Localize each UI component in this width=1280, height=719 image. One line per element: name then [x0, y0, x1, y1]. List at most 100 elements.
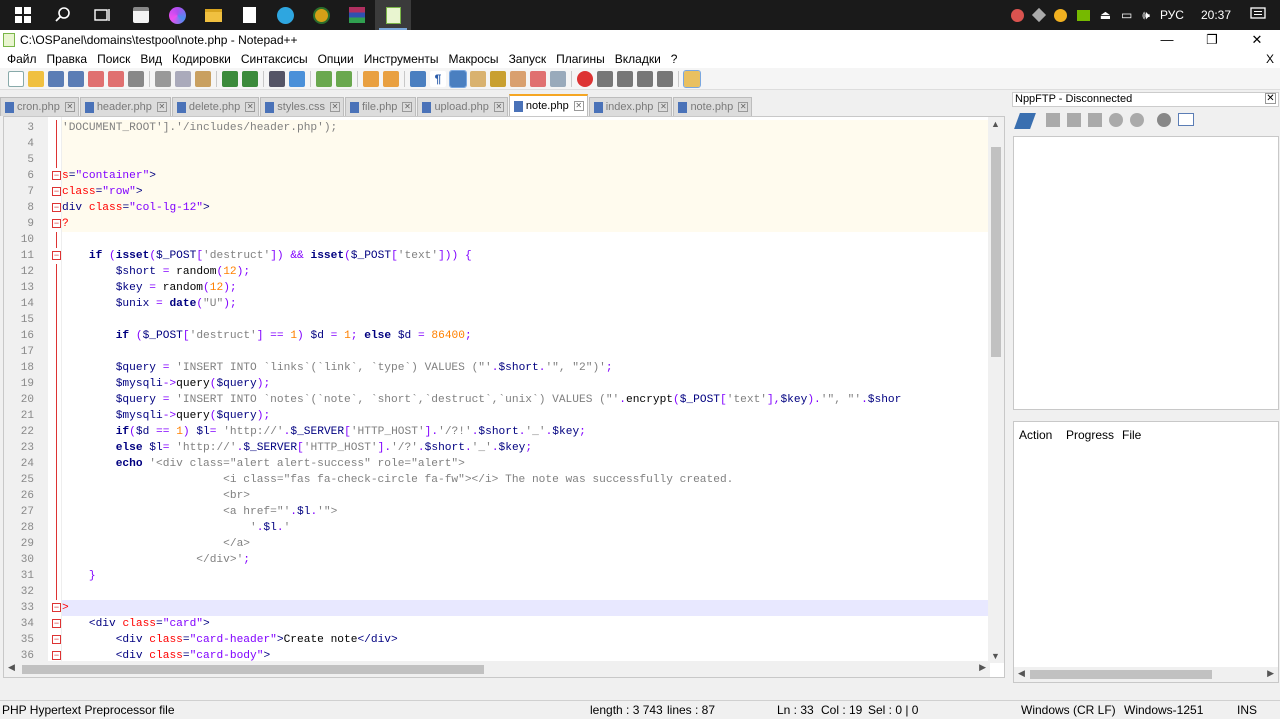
- queue-header-file[interactable]: File: [1122, 428, 1141, 442]
- menu-close-doc-button[interactable]: X: [1266, 52, 1274, 66]
- scroll-right-arrow[interactable]: ▶: [979, 662, 986, 673]
- fold-marker-icon[interactable]: −: [52, 651, 61, 660]
- code-editor[interactable]: 3 4 5 6 7 8 9 10 11 12 13 14 15 16 17 18 19 20 21 22 23 24 25 2…: [3, 116, 1005, 678]
- tab-cron-php[interactable]: cron.php ✕: [0, 97, 79, 116]
- redo-icon[interactable]: [242, 70, 258, 87]
- code-line[interactable]: class="row">: [62, 184, 992, 200]
- menu-search[interactable]: Поиск: [92, 52, 135, 66]
- menu-macro[interactable]: Макросы: [444, 52, 504, 66]
- code-line[interactable]: [62, 232, 992, 248]
- tab-note-php[interactable]: note.php ✕: [508, 94, 588, 116]
- code-line[interactable]: <i class="fas fa-check-circle fa-fw"></i…: [62, 472, 992, 488]
- telegram-icon[interactable]: [267, 0, 303, 30]
- fold-marker-icon[interactable]: −: [52, 171, 61, 180]
- tab-close-icon[interactable]: ✕: [329, 102, 340, 112]
- new-file-icon[interactable]: [8, 70, 24, 87]
- code-line[interactable]: $key = random(12);: [62, 280, 992, 296]
- queue-header-action[interactable]: Action: [1019, 428, 1052, 442]
- tray-clock[interactable]: 20:37: [1201, 8, 1231, 22]
- menu-file[interactable]: Файл: [0, 52, 42, 66]
- fold-marker-icon[interactable]: −: [52, 251, 61, 260]
- tray-app-icon[interactable]: [1010, 8, 1024, 22]
- menu-window[interactable]: Вкладки: [610, 52, 666, 66]
- connect-icon[interactable]: [1014, 113, 1036, 129]
- ospanel-icon[interactable]: [303, 0, 339, 30]
- code-line[interactable]: <div class="card">: [62, 616, 992, 632]
- code-line[interactable]: ?: [62, 216, 992, 232]
- sync-horizontal-icon[interactable]: [383, 70, 399, 87]
- vertical-scrollbar[interactable]: ▲ ▼: [988, 117, 1004, 663]
- code-line[interactable]: if($d == 1) $l= 'http://'.$_SERVER['HTTP…: [62, 424, 992, 440]
- tab-styles-css[interactable]: styles.css ✕: [260, 97, 344, 116]
- store-app-icon[interactable]: [123, 0, 159, 30]
- code-line[interactable]: if ($_POST['destruct'] == 1) $d = 1; els…: [62, 328, 992, 344]
- tray-nvidia-icon[interactable]: [1076, 9, 1090, 21]
- code-line[interactable]: <br>: [62, 488, 992, 504]
- code-line[interactable]: 'DOCUMENT_ROOT'].'/includes/header.php')…: [62, 120, 992, 136]
- queue-scroll-thumb[interactable]: [1030, 670, 1212, 679]
- menu-encoding[interactable]: Кодировки: [167, 52, 236, 66]
- code-line[interactable]: echo '<div class="alert alert-success" r…: [62, 456, 992, 472]
- fold-marker-icon[interactable]: −: [52, 187, 61, 196]
- status-insert-mode[interactable]: INS: [1237, 703, 1257, 717]
- close-all-icon[interactable]: [108, 70, 124, 87]
- status-encoding[interactable]: Windows-1251: [1124, 703, 1203, 717]
- play-macro-icon[interactable]: [617, 70, 633, 87]
- print-icon[interactable]: [128, 70, 144, 87]
- scroll-down-arrow[interactable]: ▼: [991, 651, 1000, 661]
- ftp-file-tree[interactable]: [1013, 136, 1279, 410]
- menu-view[interactable]: Вид: [135, 52, 167, 66]
- nppftp-toggle-icon[interactable]: [683, 69, 701, 88]
- notepadpp-taskbar-icon[interactable]: [375, 0, 411, 30]
- code-line[interactable]: $short = random(12);: [62, 264, 992, 280]
- tab-close-icon[interactable]: ✕: [738, 102, 749, 112]
- paste-icon[interactable]: [195, 70, 211, 87]
- zoom-in-icon[interactable]: [316, 70, 332, 87]
- code-line[interactable]: }: [62, 568, 992, 584]
- cut-icon[interactable]: [155, 70, 171, 87]
- monitoring-icon[interactable]: [550, 70, 566, 87]
- fold-margin[interactable]: −−−−−−−−−−: [48, 117, 62, 677]
- menu-help[interactable]: ?: [666, 52, 683, 66]
- windows-start-icon[interactable]: [10, 4, 36, 26]
- code-line[interactable]: </div>';: [62, 552, 992, 568]
- open-file-icon[interactable]: [28, 70, 44, 87]
- ftp-log-icon[interactable]: [1178, 113, 1194, 126]
- zoom-out-icon[interactable]: [336, 70, 352, 87]
- code-line[interactable]: [62, 312, 992, 328]
- browser-app-icon[interactable]: [159, 0, 195, 30]
- scroll-right-arrow[interactable]: ▶: [1267, 668, 1274, 679]
- save-icon[interactable]: [48, 70, 64, 87]
- ftp-settings-icon[interactable]: [1157, 113, 1171, 127]
- sync-vertical-icon[interactable]: [363, 70, 379, 87]
- status-eol[interactable]: Windows (CR LF): [1021, 703, 1116, 717]
- fold-marker-icon[interactable]: −: [52, 603, 61, 612]
- nppftp-close-button[interactable]: ✕: [1265, 93, 1276, 104]
- tab-header-php[interactable]: header.php ✕: [79, 97, 171, 116]
- tab-delete-php[interactable]: delete.php ✕: [171, 97, 260, 116]
- stop-macro-icon[interactable]: [597, 70, 613, 87]
- vertical-scroll-thumb[interactable]: [991, 147, 1001, 357]
- code-line[interactable]: $unix = date("U");: [62, 296, 992, 312]
- scroll-left-arrow[interactable]: ◀: [8, 662, 15, 673]
- fold-marker-icon[interactable]: −: [52, 619, 61, 628]
- scroll-left-arrow[interactable]: ◀: [1018, 668, 1025, 679]
- save-macro-icon[interactable]: [657, 70, 673, 87]
- tab-close-icon[interactable]: ✕: [156, 102, 167, 112]
- fold-marker-icon[interactable]: −: [52, 219, 61, 228]
- tray-network-icon[interactable]: ▭: [1121, 8, 1132, 22]
- tray-volume-icon[interactable]: 🕪: [1142, 8, 1150, 23]
- tab-note-php-2[interactable]: note.php ✕: [673, 97, 753, 116]
- code-line[interactable]: <div class="card-header">Create note</di…: [62, 632, 992, 648]
- code-line[interactable]: $query = 'INSERT INTO `notes`(`note`, `s…: [62, 392, 992, 408]
- restore-button[interactable]: ❐: [1190, 30, 1234, 50]
- play-multiple-macro-icon[interactable]: [637, 70, 653, 87]
- menu-settings[interactable]: Опции: [313, 52, 359, 66]
- undo-icon[interactable]: [222, 70, 238, 87]
- tray-ospanel-icon[interactable]: [1053, 8, 1067, 22]
- tab-close-icon[interactable]: ✕: [402, 102, 413, 112]
- menu-run[interactable]: Запуск: [504, 52, 552, 66]
- tab-upload-php[interactable]: upload.php ✕: [417, 97, 508, 116]
- queue-horizontal-scrollbar[interactable]: ◀ ▶: [1014, 667, 1278, 682]
- show-all-chars-icon[interactable]: ¶: [430, 70, 446, 87]
